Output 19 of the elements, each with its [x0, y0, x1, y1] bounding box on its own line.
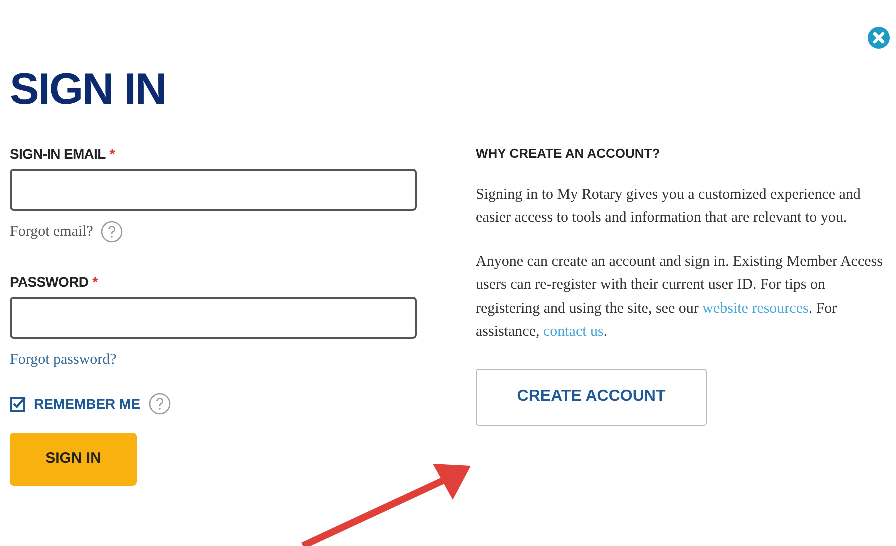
input-field[interactable]	[10, 296, 417, 338]
field-label: SIGN-IN EMAIL	[10, 145, 106, 164]
create-account-button[interactable]: CREATE ACCOUNT	[476, 368, 707, 426]
page-title: SIGN IN	[10, 64, 166, 116]
forgot-password-link[interactable]: Forgot password?	[10, 348, 117, 371]
forgot-email-link[interactable]: Forgot email?	[10, 221, 94, 244]
info-paragraph: Anyone can create an account and sign in. Existing Member Access users can re-register with their current user ID. For tips on registering and using the site, see our website resources. For assistance, contact us.	[476, 252, 884, 342]
help-icon[interactable]	[148, 393, 171, 415]
remember-me-label: REMEMBER ME	[34, 394, 141, 414]
input-field[interactable]	[10, 169, 417, 211]
required-mark: *	[92, 272, 98, 292]
close-icon[interactable]	[868, 27, 890, 49]
checkbox[interactable]	[10, 396, 26, 412]
field-label: PASSWORD	[10, 272, 89, 292]
required-mark: *	[110, 145, 115, 164]
help-icon[interactable]	[101, 221, 124, 244]
info-heading: WHY CREATE AN ACCOUNT?	[476, 145, 662, 163]
sign-in-button[interactable]: SIGN IN	[10, 433, 137, 486]
info-paragraph: Signing in to My Rotary gives you a customized experience and easier access to tools and information that are relevant to you.	[476, 186, 862, 228]
